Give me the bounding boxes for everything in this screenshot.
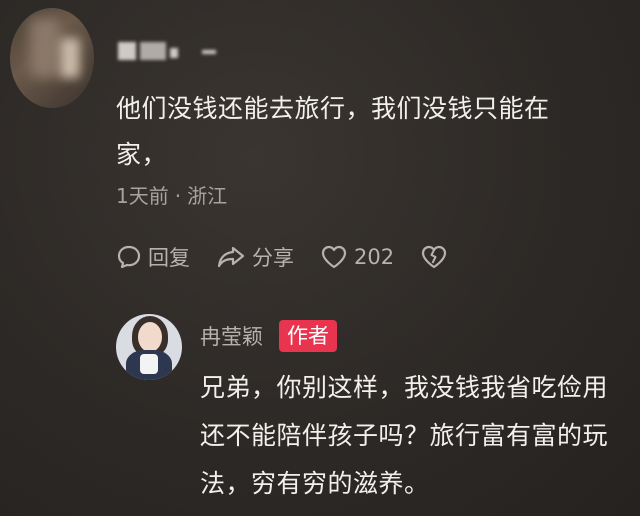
redaction-block [118,42,136,60]
redaction-block [202,50,216,54]
meta-separator: · [174,184,182,208]
reply-label: 回复 [148,246,190,270]
avatar[interactable] [116,314,182,380]
like-count: 202 [354,245,395,269]
share-icon [217,246,245,268]
reply-text-line: 法，穷有穷的滋养。 [200,469,430,498]
reply-username[interactable]: 冉莹颖 [200,321,263,351]
reply-header: 冉莹颖 作者 [200,320,337,352]
share-button[interactable]: 分享 [216,242,294,272]
comment-icon [117,245,141,269]
comment-location: 浙江 [187,184,228,208]
heart-icon [321,245,347,269]
share-label: 分享 [252,246,294,270]
reply-text-line: 兄弟，你别这样，我没钱我省吃俭用 [200,373,609,402]
reply-button[interactable]: 回复 [116,242,190,272]
reply-text-line: 还不能陪伴孩子吗？旅行富有富的玩 [200,421,609,450]
redaction-block [140,42,166,60]
comment-actions: 回复 分享 202 [116,242,480,272]
comment-time: 1天前 [116,184,169,208]
broken-heart-icon [421,245,447,269]
dislike-button[interactable] [420,244,454,270]
avatar-face [138,322,162,352]
reply-text: 兄弟，你别这样，我没钱我省吃俭用 还不能陪伴孩子吗？旅行富有富的玩 法，穷有穷的… [200,364,630,508]
avatar-shirt [140,354,158,374]
avatar-image-blur [30,18,60,78]
comment-text-line: 他们没钱还能去旅行，我们没钱只能在 [116,94,550,123]
avatar[interactable] [10,8,94,108]
username-redacted[interactable] [118,40,218,62]
avatar-image-blur [60,38,80,78]
redaction-block [170,48,178,58]
comment-text: 他们没钱还能去旅行，我们没钱只能在 家， [116,86,596,178]
truncated-line [200,506,380,516]
like-button[interactable]: 202 [320,244,394,270]
comment-meta: 1天前 · 浙江 [116,180,227,209]
author-badge: 作者 [279,320,337,352]
comment-text-line: 家， [116,140,168,169]
